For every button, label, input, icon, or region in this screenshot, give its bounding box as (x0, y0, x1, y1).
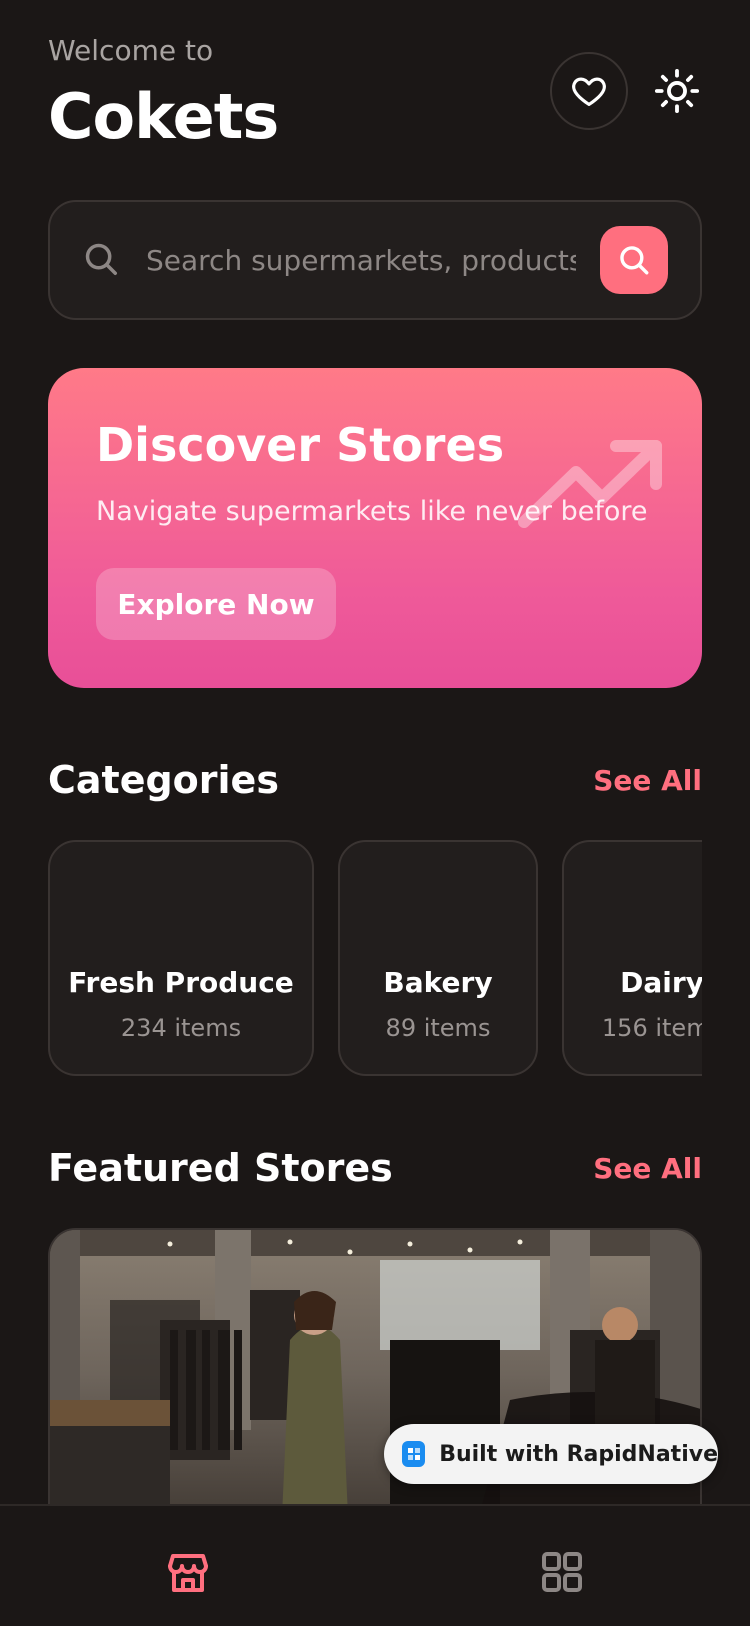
banner-subtitle: Navigate supermarkets like never before (96, 496, 648, 527)
category-name: Dairy (620, 966, 702, 999)
theme-toggle-button[interactable] (652, 66, 702, 116)
search-icon (85, 243, 117, 275)
search-icon (620, 246, 649, 275)
categories-see-all-link[interactable]: See All (593, 764, 702, 797)
featured-store-card[interactable] (48, 1228, 702, 1548)
welcome-text: Welcome to (48, 34, 214, 67)
category-name: Bakery (383, 966, 493, 999)
search-submit-button[interactable] (600, 226, 668, 294)
banner-title: Discover Stores (96, 418, 505, 472)
tab-categories[interactable] (514, 1526, 610, 1626)
featured-see-all-link[interactable]: See All (593, 1152, 702, 1185)
grid-icon (542, 1552, 582, 1592)
store-icon (168, 1554, 208, 1592)
app-title: Cokets (48, 80, 279, 153)
rapidnative-logo-icon (402, 1441, 426, 1467)
category-count: 156 items (601, 1014, 702, 1042)
search-input[interactable]: Search supermarkets, products... (146, 244, 576, 277)
category-count: 234 items (120, 1014, 242, 1042)
featured-stores-title: Featured Stores (48, 1146, 393, 1190)
heart-icon (572, 77, 606, 107)
built-with-badge[interactable]: Built with RapidNative (384, 1424, 718, 1484)
badge-text: Built with RapidNative (439, 1441, 718, 1467)
category-card-fresh-produce[interactable]: Fresh Produce 234 items (48, 840, 314, 1076)
bottom-tab-bar (0, 1504, 750, 1626)
discover-banner (48, 368, 702, 688)
categories-title: Categories (48, 758, 279, 802)
explore-now-button[interactable]: Explore Now (96, 568, 336, 640)
favorites-button[interactable] (550, 52, 628, 130)
store-photo (50, 1230, 700, 1546)
sun-icon (654, 68, 700, 114)
category-card-bakery[interactable]: Bakery 89 items (338, 840, 538, 1076)
category-name: Fresh Produce (68, 966, 294, 999)
category-count: 89 items (385, 1014, 491, 1042)
category-card-dairy[interactable]: Dairy 156 items (562, 840, 702, 1076)
tab-home[interactable] (140, 1526, 236, 1626)
categories-list: Fresh Produce 234 items Bakery 89 items … (48, 840, 702, 1076)
